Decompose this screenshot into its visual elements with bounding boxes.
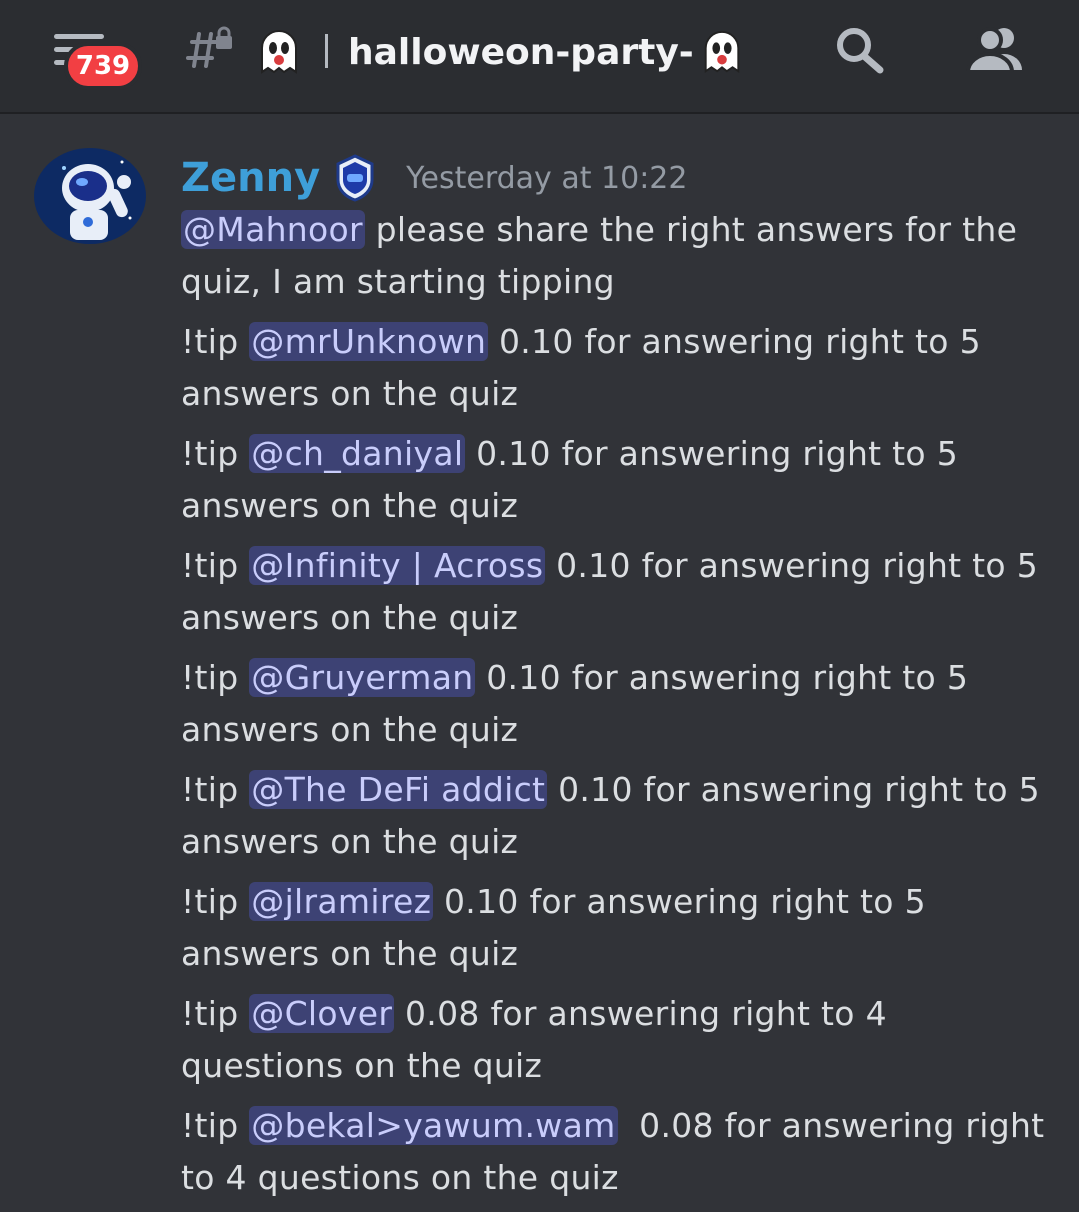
- message-line: !tip @bekal>yawum.wam 0.08 for answering…: [181, 1100, 1051, 1204]
- message-line: !tip @Gruyerman 0.10 for answering right…: [181, 652, 1051, 756]
- unread-badge: 739: [64, 42, 142, 90]
- role-icon[interactable]: [334, 154, 376, 202]
- user-mention[interactable]: @Gruyerman: [249, 658, 476, 697]
- line-prefix: !tip: [181, 322, 250, 361]
- message-line: !tip @The DeFi addict 0.10 for answering…: [181, 764, 1051, 868]
- message-line: !tip @Clover 0.08 for answering right to…: [181, 988, 1051, 1092]
- line-prefix: !tip: [181, 434, 250, 473]
- header-separator: [325, 34, 328, 68]
- line-prefix: !tip: [181, 770, 250, 809]
- user-mention[interactable]: @Mahnoor: [181, 210, 365, 249]
- author-name[interactable]: Zenny: [181, 155, 320, 201]
- user-mention[interactable]: @Clover: [249, 994, 395, 1033]
- line-prefix: !tip: [181, 1106, 250, 1145]
- line-prefix: !tip: [181, 658, 250, 697]
- menu-button[interactable]: 739: [50, 30, 142, 90]
- user-mention[interactable]: @bekal>yawum.wam: [249, 1106, 618, 1145]
- message-line: !tip @ch_daniyal 0.10 for answering righ…: [181, 428, 1051, 532]
- message-header: Zenny Yesterday at 10:22: [181, 150, 687, 206]
- message-line: !tip @mrUnknown 0.10 for answering right…: [181, 316, 1051, 420]
- channel-header: 739 halloweon-party-: [0, 0, 1079, 114]
- line-prefix: !tip: [181, 546, 250, 585]
- ghost-emoji-icon: [704, 30, 739, 73]
- avatar[interactable]: [34, 148, 146, 244]
- channel-name: halloweon-party-: [348, 31, 694, 73]
- search-icon[interactable]: [832, 24, 888, 76]
- line-prefix: !tip: [181, 882, 250, 921]
- line-prefix: !tip: [181, 994, 250, 1033]
- message-line: @Mahnoor please share the right answers …: [181, 204, 1051, 308]
- message-content: @Mahnoor please share the right answers …: [181, 204, 1051, 1212]
- user-mention[interactable]: @ch_daniyal: [249, 434, 466, 473]
- user-mention[interactable]: @mrUnknown: [249, 322, 489, 361]
- ghost-emoji-icon: [261, 30, 297, 74]
- user-mention[interactable]: @jlramirez: [249, 882, 434, 921]
- channel-title[interactable]: halloweon-party-: [348, 24, 746, 80]
- user-mention[interactable]: @The DeFi addict: [249, 770, 548, 809]
- members-icon[interactable]: [964, 24, 1028, 76]
- user-mention[interactable]: @Infinity | Across: [249, 546, 546, 585]
- message-timestamp: Yesterday at 10:22: [406, 160, 688, 196]
- message-line: !tip @Infinity | Across 0.10 for answeri…: [181, 540, 1051, 644]
- locked-thread-channel-icon: [186, 26, 232, 68]
- message-line: !tip @jlramirez 0.10 for answering right…: [181, 876, 1051, 980]
